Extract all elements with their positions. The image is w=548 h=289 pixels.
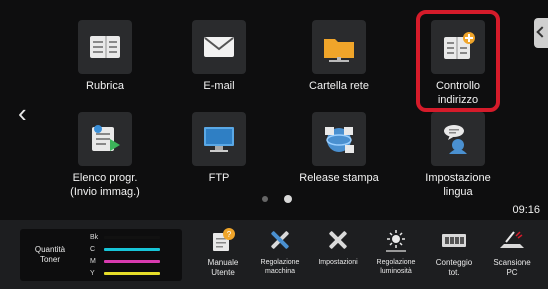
settings-button[interactable]: Impostazioni (308, 226, 368, 267)
tile-impostazione-lingua[interactable]: Impostazione lingua (408, 112, 508, 199)
tile-label: Elenco progr. (Invio immag.) (70, 172, 140, 198)
tools-icon (264, 226, 296, 254)
machine-adjustment-button[interactable]: Regolazione macchina (250, 226, 310, 276)
tile-label: Release stampa (299, 172, 379, 184)
tile-elenco-progr[interactable]: Elenco progr. (Invio immag.) (55, 112, 155, 199)
toner-title: Quantità Toner (34, 245, 66, 264)
brightness-adjustment-button[interactable]: Regolazione luminosità (366, 226, 426, 276)
toner-row-c: C (90, 244, 160, 255)
toner-quantity-panel[interactable]: Quantità Toner Bk C M Y (20, 229, 182, 281)
language-icon (431, 112, 485, 166)
email-icon (192, 20, 246, 74)
highlight-frame (416, 10, 500, 112)
toner-bar-y (104, 272, 160, 275)
ftp-icon (192, 112, 246, 166)
folder-icon (312, 20, 366, 74)
print-release-icon (312, 112, 366, 166)
toner-row-m: M (90, 256, 160, 267)
total-count-button[interactable]: Conteggio tot. (424, 226, 484, 278)
scan-pc-icon (496, 226, 528, 254)
tile-cartella-rete[interactable]: Cartella rete (289, 20, 389, 93)
page-dot[interactable] (262, 196, 268, 202)
pc-scan-button[interactable]: Scansione PC (482, 226, 542, 278)
side-panel-collapse-icon[interactable] (534, 18, 548, 48)
tile-email[interactable]: E-mail (169, 20, 269, 93)
tile-label: Cartella rete (309, 80, 369, 92)
clock: 09:16 (512, 204, 540, 216)
tile-ftp[interactable]: FTP (169, 112, 269, 185)
settings-icon (322, 226, 354, 254)
tile-release-stampa[interactable]: Release stampa (289, 112, 389, 185)
toner-bar-m (104, 260, 160, 263)
program-list-icon (78, 112, 132, 166)
tile-label: Impostazione lingua (425, 172, 491, 198)
page-indicator (262, 195, 292, 203)
toner-bar-c (104, 248, 160, 251)
address-book-icon (78, 20, 132, 74)
tile-rubrica[interactable]: Rubrica (55, 20, 155, 93)
counter-icon (438, 226, 470, 254)
tile-label: Rubrica (86, 80, 124, 92)
tile-label: E-mail (203, 80, 235, 92)
manual-icon: ? (207, 226, 239, 254)
toner-bar-bk (104, 236, 160, 239)
previous-page-arrow-icon[interactable]: ‹ (18, 100, 27, 126)
user-manual-button[interactable]: ? Manuale Utente (193, 226, 253, 278)
brightness-icon (380, 226, 412, 254)
home-screen: ‹ Rubrica E-mail Cartella rete Controllo… (0, 0, 548, 289)
svg-text:?: ? (227, 230, 232, 239)
tile-label: FTP (208, 172, 230, 184)
toner-row-y: Y (90, 268, 160, 279)
page-dot-active[interactable] (284, 195, 292, 203)
toner-row-bk: Bk (90, 232, 160, 243)
